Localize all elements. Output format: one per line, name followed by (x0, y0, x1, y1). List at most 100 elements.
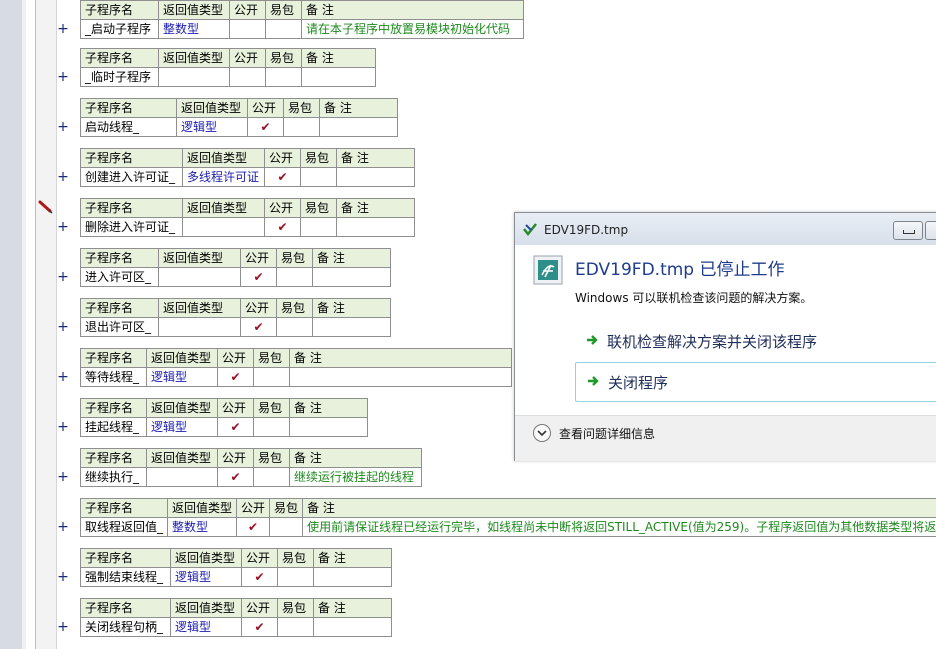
subroutine-name[interactable]: 继续执行_ (80, 467, 147, 487)
public-check[interactable]: ✔ (217, 417, 254, 437)
public-check[interactable]: ✔ (236, 517, 271, 537)
expand-toggle[interactable]: + (56, 120, 70, 134)
easy-pack-check[interactable] (253, 417, 290, 437)
easy-pack-check[interactable] (276, 267, 313, 287)
public-check[interactable]: ✔ (217, 367, 254, 387)
subroutine-name[interactable]: 启动线程_ (80, 117, 177, 137)
public-check[interactable]: ✔ (240, 317, 277, 337)
subroutine-name[interactable]: 退出许可区_ (80, 317, 159, 337)
header-name: 子程序名 (80, 198, 183, 218)
easy-pack-check[interactable] (253, 367, 290, 387)
easy-pack-check[interactable] (277, 567, 314, 587)
view-details-link[interactable]: 查看问题详细信息 (559, 425, 655, 442)
subroutine-name[interactable]: _启动子程序 (80, 19, 159, 39)
return-type[interactable]: 逻辑型 (170, 567, 242, 587)
easy-pack-check[interactable] (283, 117, 320, 137)
return-type[interactable]: 整数型 (167, 517, 238, 537)
note[interactable] (313, 567, 392, 587)
return-type[interactable]: 逻辑型 (170, 617, 242, 637)
minimize-icon (903, 230, 915, 234)
note[interactable]: 请在本子程序中放置易模块初始化代码 (301, 19, 524, 39)
public-check[interactable] (229, 19, 266, 39)
subroutine-name[interactable]: 创建进入许可证_ (80, 167, 183, 187)
subroutine-header-row: 子程序名 返回值类型 公开 易包备 注 (80, 148, 415, 168)
expand-toggle[interactable]: + (56, 320, 70, 334)
subroutine-name[interactable]: 关闭线程句柄_ (80, 617, 171, 637)
note[interactable] (289, 367, 512, 387)
public-check[interactable]: ✔ (264, 217, 301, 237)
header-note: 备 注 (289, 448, 422, 468)
expand-toggle[interactable]: + (56, 570, 70, 584)
easy-pack-check[interactable] (269, 517, 304, 537)
note[interactable] (301, 67, 376, 87)
subroutine-row: 删除进入许可证_ ✔ (80, 217, 415, 237)
public-check[interactable]: ✔ (264, 167, 301, 187)
subroutine-name[interactable]: 等待线程_ (80, 367, 147, 387)
easy-pack-check[interactable] (300, 167, 337, 187)
expand-toggle[interactable]: + (56, 270, 70, 284)
easy-pack-check[interactable] (276, 317, 313, 337)
subroutine-name[interactable]: _临时子程序 (80, 67, 159, 87)
return-type[interactable] (158, 267, 241, 287)
return-type[interactable] (182, 217, 265, 237)
note[interactable]: 使用前请保证线程已经运行完毕，如线程尚未中断将返回STILL_ACTIVE(值为… (302, 517, 936, 537)
minimize-button[interactable] (893, 221, 923, 240)
public-check[interactable] (229, 67, 266, 87)
note[interactable] (336, 217, 415, 237)
expand-toggle[interactable]: + (56, 620, 70, 634)
expand-toggle[interactable]: + (56, 170, 70, 184)
subroutine-header-row: 子程序名 返回值类型 公开 易包备 注 (80, 548, 392, 568)
subroutine-name[interactable]: 进入许可区_ (80, 267, 159, 287)
easy-pack-check[interactable] (277, 617, 314, 637)
public-check[interactable]: ✔ (241, 617, 278, 637)
expand-toggle[interactable]: + (56, 520, 70, 534)
return-type[interactable]: 逻辑型 (176, 117, 248, 137)
expand-toggle[interactable]: + (56, 22, 70, 36)
return-type[interactable] (158, 317, 241, 337)
public-check[interactable]: ✔ (247, 117, 284, 137)
expand-toggle[interactable]: + (56, 220, 70, 234)
easy-pack-check[interactable] (265, 19, 302, 39)
subroutine-name[interactable]: 强制结束线程_ (80, 567, 171, 587)
return-type[interactable]: 多线程许可证 (182, 167, 265, 187)
dialog-titlebar[interactable]: EDV19FD.tmp (515, 213, 936, 245)
app-icon (523, 223, 537, 236)
note[interactable] (312, 267, 391, 287)
note[interactable] (319, 117, 398, 137)
return-type[interactable] (146, 467, 218, 487)
subroutine-row: 挂起线程_ 逻辑型 ✔ (80, 417, 368, 437)
maximize-button[interactable] (925, 221, 936, 240)
public-check[interactable]: ✔ (240, 267, 277, 287)
easy-pack-check[interactable] (265, 67, 302, 87)
return-type[interactable]: 逻辑型 (146, 417, 218, 437)
note[interactable] (312, 317, 391, 337)
expand-toggle[interactable]: + (56, 70, 70, 84)
return-type[interactable] (158, 67, 230, 87)
subroutine-name[interactable]: 删除进入许可证_ (80, 217, 183, 237)
return-type[interactable]: 逻辑型 (146, 367, 218, 387)
subroutine-name[interactable]: 挂起线程_ (80, 417, 147, 437)
header-public: 公开 (264, 198, 301, 218)
check-online-option[interactable]: 联机检查解决方案并关闭该程序 (575, 322, 936, 360)
note[interactable] (313, 617, 392, 637)
subroutine-header-row: 子程序名 返回值类型 公开 易包备 注 (80, 598, 392, 618)
expand-toggle[interactable]: + (56, 470, 70, 484)
easy-pack-check[interactable] (253, 467, 290, 487)
easy-pack-check[interactable] (300, 217, 337, 237)
public-check[interactable]: ✔ (241, 567, 278, 587)
expand-toggle[interactable]: + (56, 420, 70, 434)
return-type[interactable]: 整数型 (158, 19, 230, 39)
expand-toggle[interactable]: + (56, 370, 70, 384)
close-program-option[interactable]: 关闭程序 (575, 362, 936, 402)
note[interactable]: 继续运行被挂起的线程 (289, 467, 422, 487)
header-note: 备 注 (301, 48, 376, 68)
note[interactable] (289, 417, 368, 437)
subroutine-name[interactable]: 取线程返回值_ (79, 517, 169, 537)
dialog-body: EDV19FD.tmp 已停止工作 Windows 可以联机检查该问题的解决方案… (515, 245, 936, 415)
header-note: 备 注 (336, 148, 415, 168)
chevron-down-icon[interactable] (533, 424, 551, 442)
note[interactable] (336, 167, 415, 187)
public-check[interactable]: ✔ (217, 467, 254, 487)
subroutine-table: 子程序名 返回值类型 公开 易包备 注继续执行_ ✔ 继续运行被挂起的线程 (80, 448, 422, 487)
header-name: 子程序名 (80, 298, 159, 318)
